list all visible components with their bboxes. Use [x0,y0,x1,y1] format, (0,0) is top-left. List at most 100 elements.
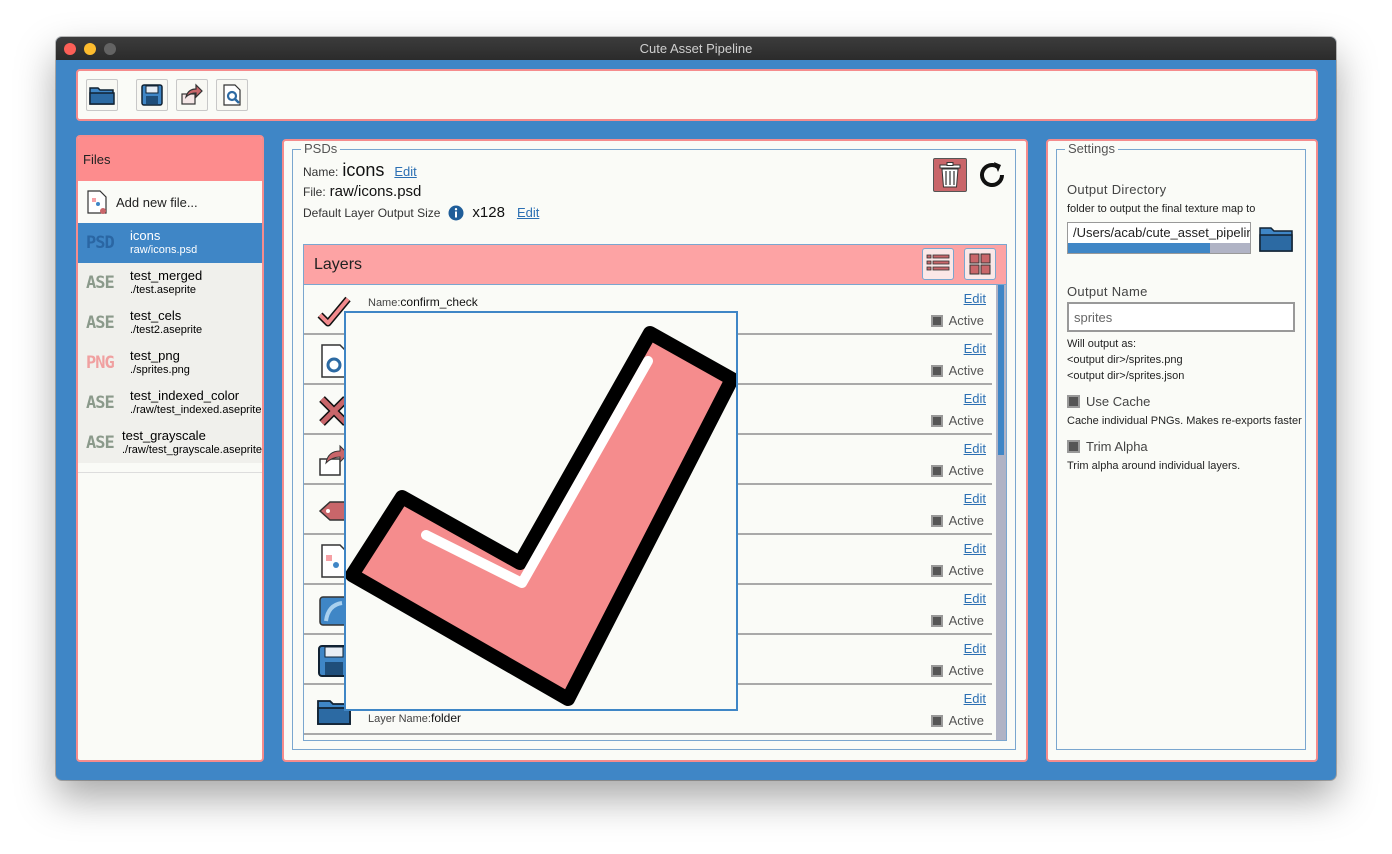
active-checkbox[interactable] [930,614,943,627]
active-checkbox[interactable] [930,314,943,327]
psd-name-row: Name: icons Edit [303,160,417,181]
active-toggle[interactable]: Active [930,613,984,628]
save-icon [141,84,163,106]
output-directory-desc: folder to output the final texture map t… [1067,203,1256,215]
preview-button[interactable] [216,79,248,111]
app-window: Cute Asset Pipeline Files Add new file..… [56,37,1336,780]
layers-scroll-thumb[interactable] [998,285,1004,455]
active-toggle[interactable]: Active [930,663,984,678]
active-label: Active [948,463,984,478]
edit-layer-link[interactable]: Edit [964,691,986,706]
edit-layer-link[interactable]: Edit [964,291,986,306]
active-label: Active [948,513,984,528]
browse-directory-button[interactable] [1259,224,1293,252]
aseprite-file-icon: ASE [86,433,115,453]
add-new-file-button[interactable]: Add new file... [78,181,262,223]
active-label: Active [948,363,984,378]
grid-view-button[interactable] [964,248,996,280]
active-checkbox[interactable] [930,514,943,527]
default-size-label: Default Layer Output Size [303,205,441,220]
edit-layer-link[interactable]: Edit [964,441,986,456]
title-bar[interactable]: Cute Asset Pipeline [56,37,1336,60]
active-checkbox[interactable] [930,464,943,477]
edit-size-link[interactable]: Edit [517,205,539,220]
use-cache-toggle[interactable]: Use Cache [1067,394,1150,409]
layers-scrollbar[interactable] [996,285,1006,740]
file-item-test-cels[interactable]: ASE test_cels ./test2.aseprite [78,303,262,343]
use-cache-desc: Cache individual PNGs. Makes re-exports … [1067,415,1302,427]
reload-psd-button[interactable] [975,158,1009,192]
file-item-test-grayscale[interactable]: ASE test_grayscale ./raw/test_grayscale.… [78,423,262,463]
active-checkbox[interactable] [930,414,943,427]
file-name: test_merged [130,268,203,283]
open-folder-button[interactable] [86,79,118,111]
edit-layer-link[interactable]: Edit [964,641,986,656]
trim-alpha-checkbox[interactable] [1067,440,1080,453]
will-output-label: Will output as: [1067,338,1137,350]
edit-layer-link[interactable]: Edit [964,341,986,356]
active-toggle[interactable]: Active [930,513,984,528]
file-name: icons [130,228,161,243]
file-item-test-indexed-color[interactable]: ASE test_indexed_color ./raw/test_indexe… [78,383,262,423]
active-checkbox[interactable] [930,664,943,677]
list-icon [926,254,950,271]
active-label: Active [948,313,984,328]
delete-psd-button[interactable] [933,158,967,192]
use-cache-checkbox[interactable] [1067,395,1080,408]
layer-name-label: Layer Name: [368,713,431,725]
window-title: Cute Asset Pipeline [639,41,753,56]
check-icon [345,326,739,706]
active-label: Active [948,713,984,728]
export-icon [181,83,203,105]
active-toggle[interactable]: Active [930,563,984,578]
new-file-icon [87,190,107,214]
file-name: test_cels [130,308,182,323]
png-file-icon: PNG [86,353,115,373]
maximize-window-button[interactable] [104,43,116,55]
name-label: Name: [303,165,339,179]
files-list-end [78,463,262,473]
layers-title: Layers [314,256,363,273]
output-name-title: Output Name [1067,284,1148,299]
active-toggle[interactable]: Active [930,313,984,328]
save-button[interactable] [136,79,168,111]
psd-file-row: File: raw/icons.psd [303,183,421,200]
export-button[interactable] [176,79,208,111]
output-name-field[interactable]: sprites [1067,302,1295,332]
trim-alpha-toggle[interactable]: Trim Alpha [1067,439,1148,454]
file-item-icons[interactable]: PSD icons raw/icons.psd [78,223,262,263]
edit-layer-link[interactable]: Edit [964,591,986,606]
file-path: ./raw/test_grayscale.aseprite [121,444,262,456]
active-checkbox[interactable] [930,714,943,727]
settings-panel: Settings Output Directory folder to outp… [1046,139,1318,762]
active-checkbox[interactable] [930,564,943,577]
close-window-button[interactable] [64,43,76,55]
edit-layer-link[interactable]: Edit [964,391,986,406]
active-toggle[interactable]: Active [930,713,984,728]
trim-alpha-label: Trim Alpha [1086,439,1148,454]
edit-layer-link[interactable]: Edit [964,541,986,556]
edit-layer-link[interactable]: Edit [964,491,986,506]
active-toggle[interactable]: Active [930,363,984,378]
folder-icon [89,87,115,105]
trim-alpha-desc: Trim alpha around individual layers. [1067,460,1241,472]
file-item-test-png[interactable]: PNG test_png ./sprites.png [78,343,262,383]
active-label: Active [948,563,984,578]
aseprite-file-icon: ASE [86,313,115,333]
layer-name-value: confirm_check [400,295,478,309]
info-icon[interactable] [448,205,464,221]
output-name-value: sprites [1074,310,1113,325]
minimize-window-button[interactable] [84,43,96,55]
aseprite-file-icon: ASE [86,273,115,293]
output-directory-field[interactable]: /Users/acab/cute_asset_pipelin [1067,222,1251,254]
active-toggle[interactable]: Active [930,413,984,428]
active-checkbox[interactable] [930,364,943,377]
active-label: Active [948,663,984,678]
add-new-file-label: Add new file... [116,194,198,210]
edit-name-link[interactable]: Edit [394,164,416,179]
active-toggle[interactable]: Active [930,463,984,478]
output-directory-progress [1068,243,1250,253]
list-view-button[interactable] [922,248,954,280]
use-cache-label: Use Cache [1086,394,1151,409]
file-item-test-merged[interactable]: ASE test_merged ./test.aseprite [78,263,262,303]
